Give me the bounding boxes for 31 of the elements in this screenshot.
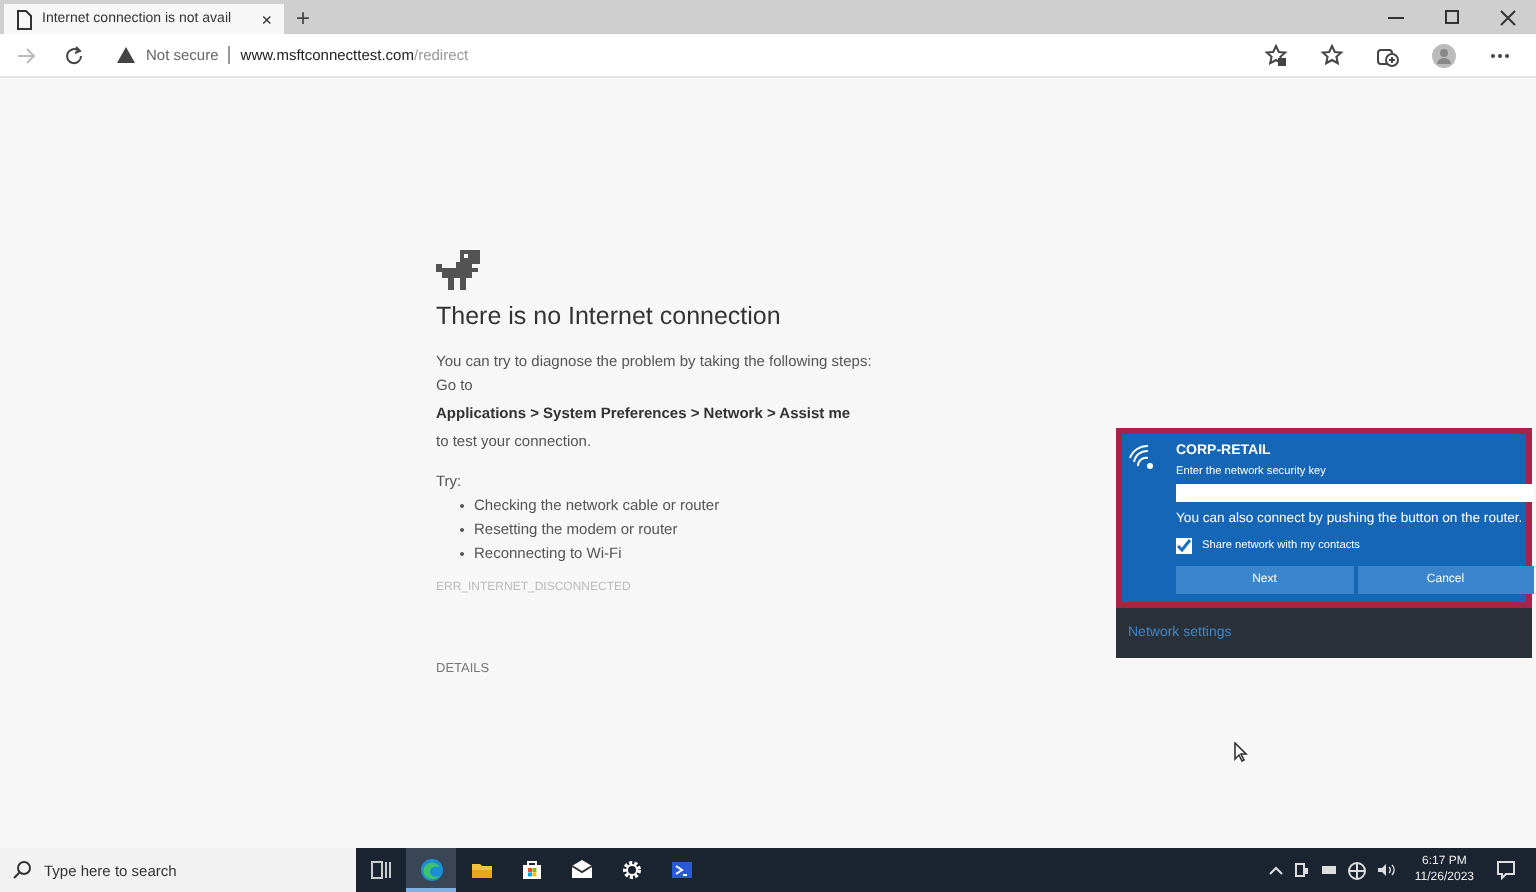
star-icon[interactable] [1264,43,1288,67]
dinosaur-icon [436,250,484,294]
close-icon[interactable] [1498,7,1518,27]
battery-icon [1320,862,1339,878]
refresh-icon[interactable] [64,45,84,65]
security-key-field[interactable] [1176,484,1534,502]
maximize-icon[interactable] [1442,7,1462,27]
speaker-icon [1376,862,1397,878]
folder-icon[interactable] [469,858,493,882]
page-heading: There is no Internet connection [436,302,781,330]
search-icon [12,860,32,880]
share-checkbox[interactable] [1176,538,1192,554]
shopping-bag-icon[interactable] [519,858,543,882]
notification-icon[interactable] [1496,860,1516,880]
warning-icon [116,46,136,64]
favorites-icon[interactable] [1320,43,1344,67]
envelope-icon[interactable] [569,858,593,882]
wifi-icon [1128,444,1156,472]
device-icon [1294,862,1311,878]
mouse-cursor-icon [1234,742,1248,762]
close-tab-button[interactable]: × [261,9,272,29]
new-tab-button[interactable]: + [296,6,311,30]
avatar-icon[interactable] [1432,43,1456,67]
gear-icon[interactable] [619,858,643,882]
chevron-up-icon [1268,862,1285,878]
task-view-icon[interactable] [369,858,393,882]
collections-icon[interactable] [1376,43,1400,67]
globe-icon [1348,861,1367,879]
page-icon [16,9,32,29]
terminal-icon[interactable] [669,858,693,882]
edge-icon[interactable] [419,858,443,882]
